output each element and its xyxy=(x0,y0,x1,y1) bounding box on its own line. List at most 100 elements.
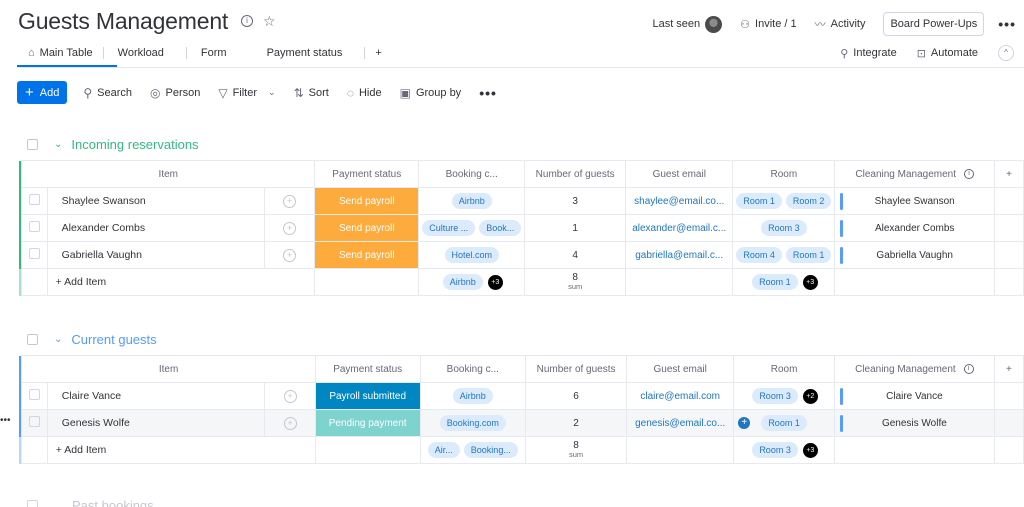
group-title[interactable]: Past bookings xyxy=(72,498,154,507)
hide-button[interactable]: ◌ Hide xyxy=(347,86,382,100)
add-column-button[interactable]: + xyxy=(993,355,1024,383)
add-update-icon[interactable]: + xyxy=(283,248,297,262)
updates-cell[interactable]: + xyxy=(264,409,316,437)
updates-cell[interactable]: + xyxy=(264,382,316,410)
group-checkbox[interactable] xyxy=(27,334,38,345)
booking-summary[interactable]: Airbnb +3 xyxy=(418,268,526,296)
cleaning-cell[interactable]: Alexander Combs xyxy=(834,214,996,242)
add-item-input[interactable]: + Add Item xyxy=(46,268,316,296)
row-checkbox[interactable] xyxy=(29,416,41,427)
board-power-ups-button[interactable]: Board Power-Ups xyxy=(883,12,985,36)
column-header-cleaning[interactable]: Cleaning Management i xyxy=(833,355,995,383)
column-header-item[interactable]: Item xyxy=(21,355,316,383)
item-name[interactable]: Genesis Wolfe xyxy=(46,409,266,437)
group-title[interactable]: Current guests xyxy=(71,332,156,347)
search-button[interactable]: ⚲ Search xyxy=(83,86,132,100)
row-checkbox-cell[interactable] xyxy=(21,382,48,410)
row-checkbox-cell[interactable] xyxy=(21,409,48,437)
column-header-room[interactable]: Room xyxy=(732,160,836,188)
booking-summary[interactable]: Air... Booking... xyxy=(419,436,527,464)
room-cell[interactable]: Room 3 xyxy=(732,214,836,242)
row-checkbox[interactable] xyxy=(28,248,40,259)
room-summary[interactable]: Room 1 +3 xyxy=(732,268,836,296)
email-cell[interactable]: genesis@email.co... xyxy=(626,409,735,437)
cleaning-cell[interactable]: Genesis Wolfe xyxy=(833,409,995,437)
guests-cell[interactable]: 3 xyxy=(524,187,627,215)
booking-cell[interactable]: Airbnb xyxy=(419,382,527,410)
column-header-booking[interactable]: Booking c... xyxy=(418,160,526,188)
booking-cell[interactable]: Culture ... Book... xyxy=(418,214,526,242)
integrate-button[interactable]: ⚲ Integrate xyxy=(840,47,896,60)
room-cell[interactable]: Room 3 +2 xyxy=(733,382,835,410)
guests-cell[interactable]: 4 xyxy=(524,241,627,269)
email-cell[interactable]: alexander@email.c... xyxy=(625,214,734,242)
chevron-down-icon[interactable]: ⌄ xyxy=(268,87,276,98)
add-update-icon[interactable]: + xyxy=(283,194,297,208)
guests-cell[interactable]: 2 xyxy=(525,409,628,437)
cleaning-cell[interactable]: Gabriella Vaughn xyxy=(834,241,996,269)
group-by-button[interactable]: ▣ Group by xyxy=(400,86,462,100)
add-room-icon[interactable]: + xyxy=(738,417,751,429)
column-header-email[interactable]: Guest email xyxy=(626,355,735,383)
column-header-email[interactable]: Guest email xyxy=(625,160,734,188)
guests-cell[interactable]: 6 xyxy=(525,382,628,410)
cleaning-cell[interactable]: Shaylee Swanson xyxy=(834,187,996,215)
add-column-button[interactable]: + xyxy=(994,160,1024,188)
updates-cell[interactable]: + xyxy=(264,214,316,242)
email-cell[interactable]: gabriella@email.c... xyxy=(625,241,734,269)
invite-button[interactable]: ⚇ Invite / 1 xyxy=(740,18,796,31)
row-checkbox[interactable] xyxy=(28,194,40,205)
add-button[interactable]: + Add xyxy=(17,81,68,104)
activity-button[interactable]: 〰 Activity xyxy=(815,16,866,32)
sort-button[interactable]: ⇅ Sort xyxy=(294,86,329,100)
tab-payment-status[interactable]: Payment status xyxy=(267,47,365,59)
chevron-down-icon[interactable]: ⌄ xyxy=(54,139,62,150)
row-checkbox-cell[interactable] xyxy=(21,241,48,269)
row-checkbox[interactable] xyxy=(28,221,40,232)
email-cell[interactable]: shaylee@email.co... xyxy=(625,187,734,215)
row-checkbox[interactable] xyxy=(29,389,41,400)
room-cell[interactable]: Room 4 Room 1 xyxy=(732,241,836,269)
info-icon[interactable]: i xyxy=(241,15,253,27)
tab-main-table[interactable]: ⌂ Main Table xyxy=(18,47,103,59)
payment-status-cell[interactable]: Send payroll xyxy=(314,241,420,269)
item-name[interactable]: Gabriella Vaughn xyxy=(46,241,266,269)
room-cell[interactable]: Room 1 Room 2 xyxy=(732,187,836,215)
email-cell[interactable]: claire@email.com xyxy=(626,382,735,410)
toolbar-more-icon[interactable]: ••• xyxy=(479,85,497,101)
add-update-icon[interactable]: + xyxy=(283,389,297,403)
row-checkbox-cell[interactable] xyxy=(21,214,48,242)
guests-cell[interactable]: 1 xyxy=(524,214,627,242)
add-view-button[interactable]: + xyxy=(365,47,391,59)
person-filter-button[interactable]: ◎ Person xyxy=(150,86,200,100)
column-header-booking[interactable]: Booking c... xyxy=(419,355,527,383)
collapse-header-button[interactable]: ^ xyxy=(998,45,1014,61)
item-name[interactable]: Alexander Combs xyxy=(46,214,266,242)
room-summary[interactable]: Room 3 +3 xyxy=(733,436,835,464)
column-header-item[interactable]: Item xyxy=(21,160,316,188)
info-icon[interactable]: i xyxy=(964,168,975,179)
star-icon[interactable]: ☆ xyxy=(263,14,276,28)
payment-status-cell[interactable]: Pending payment xyxy=(314,409,421,437)
more-options-icon[interactable]: ••• xyxy=(998,16,1016,32)
last-seen[interactable]: Last seen xyxy=(652,15,723,33)
room-cell[interactable]: + Room 1 xyxy=(733,409,835,437)
item-name[interactable]: Claire Vance xyxy=(46,382,266,410)
cleaning-cell[interactable]: Claire Vance xyxy=(833,382,995,410)
item-name[interactable]: Shaylee Swanson xyxy=(46,187,266,215)
payment-status-cell[interactable]: Payroll submitted xyxy=(314,382,421,410)
add-item-input[interactable]: + Add Item xyxy=(46,436,316,464)
row-menu-icon[interactable]: ••• xyxy=(0,415,11,426)
info-icon[interactable]: i xyxy=(963,363,974,374)
filter-button[interactable]: ▽ Filter ⌄ xyxy=(218,86,275,100)
tab-form[interactable]: Form xyxy=(187,47,267,59)
payment-status-cell[interactable]: Send payroll xyxy=(314,214,420,242)
updates-cell[interactable]: + xyxy=(264,187,316,215)
column-header-room[interactable]: Room xyxy=(733,355,835,383)
updates-cell[interactable]: + xyxy=(264,241,316,269)
column-header-guests[interactable]: Number of guests xyxy=(525,355,628,383)
group-checkbox[interactable] xyxy=(27,139,38,150)
group-title[interactable]: Incoming reservations xyxy=(71,137,198,152)
row-checkbox-cell[interactable] xyxy=(21,187,48,215)
automate-button[interactable]: ⊡ Automate xyxy=(917,47,978,60)
